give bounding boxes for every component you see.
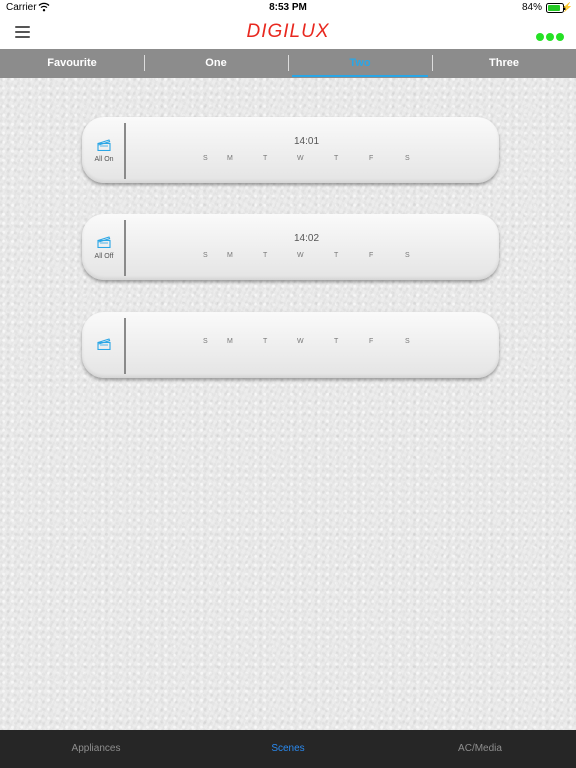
- clapperboard-icon: [97, 236, 111, 248]
- card-divider: [124, 220, 126, 276]
- tab-one[interactable]: One: [144, 49, 288, 78]
- tab-two[interactable]: Two: [288, 49, 432, 78]
- day-friday[interactable]: F: [369, 252, 373, 259]
- day-thursday[interactable]: T: [334, 338, 338, 345]
- day-sunday[interactable]: S: [203, 252, 208, 259]
- scene-card[interactable]: All Off 14:02 S M T W T F S: [82, 214, 499, 280]
- day-monday[interactable]: M: [227, 338, 233, 345]
- tab-favourite[interactable]: Favourite: [0, 49, 144, 78]
- weekday-row: S M T W T F S: [82, 252, 499, 262]
- scene-card[interactable]: S M T W T F S: [82, 312, 499, 378]
- day-sunday[interactable]: S: [203, 155, 208, 162]
- day-wednesday[interactable]: W: [297, 252, 304, 259]
- day-friday[interactable]: F: [369, 338, 373, 345]
- status-bar: Carrier 8:53 PM 84% ⚡: [0, 0, 576, 16]
- nav-bar: DIGILUX: [0, 16, 576, 49]
- app-logo: DIGILUX: [246, 21, 330, 42]
- day-wednesday[interactable]: W: [297, 155, 304, 162]
- weekday-row: S M T W T F S: [82, 155, 499, 165]
- scene-time: 14:01: [294, 136, 320, 147]
- weekday-row: S M T W T F S: [82, 338, 499, 348]
- day-saturday[interactable]: S: [405, 252, 410, 259]
- more-options-icon[interactable]: [534, 28, 566, 41]
- card-divider: [124, 123, 126, 179]
- battery-percentage: 84%: [521, 2, 542, 13]
- day-tuesday[interactable]: T: [263, 155, 267, 162]
- tab-scenes[interactable]: Scenes: [192, 730, 384, 768]
- day-friday[interactable]: F: [369, 155, 373, 162]
- day-thursday[interactable]: T: [334, 252, 338, 259]
- scene-icon-area: All On: [82, 123, 126, 177]
- day-saturday[interactable]: S: [405, 155, 410, 162]
- room-tab-bar: Favourite One Two Three: [0, 49, 576, 78]
- scene-icon-area: All Off: [82, 220, 126, 274]
- scene-time: 14:02: [294, 233, 320, 244]
- clapperboard-icon: [97, 139, 111, 151]
- day-tuesday[interactable]: T: [263, 252, 267, 259]
- day-monday[interactable]: M: [227, 252, 233, 259]
- charging-icon: ⚡: [561, 2, 573, 12]
- day-saturday[interactable]: S: [405, 338, 410, 345]
- day-wednesday[interactable]: W: [297, 338, 304, 345]
- tab-appliances[interactable]: Appliances: [0, 730, 192, 768]
- day-thursday[interactable]: T: [334, 155, 338, 162]
- day-monday[interactable]: M: [227, 155, 233, 162]
- tab-ac-media[interactable]: AC/Media: [384, 730, 576, 768]
- status-time: 8:53 PM: [269, 2, 307, 13]
- day-sunday[interactable]: S: [203, 338, 208, 345]
- day-tuesday[interactable]: T: [263, 338, 267, 345]
- scene-card[interactable]: All On 14:01 S M T W T F S: [82, 117, 499, 183]
- bottom-tab-bar: Appliances Scenes AC/Media: [0, 730, 576, 768]
- tab-three[interactable]: Three: [432, 49, 576, 78]
